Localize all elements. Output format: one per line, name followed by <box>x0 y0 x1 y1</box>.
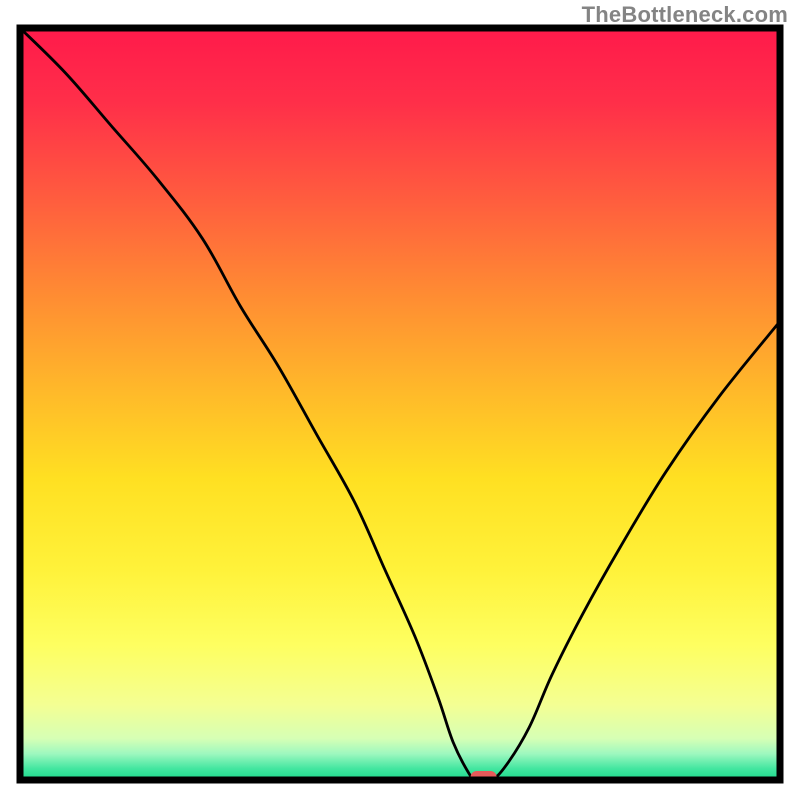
plot-background <box>20 28 780 780</box>
bottleneck-chart <box>0 0 800 800</box>
watermark-text: TheBottleneck.com <box>582 2 788 28</box>
chart-container: { "watermark": "TheBottleneck.com", "cha… <box>0 0 800 800</box>
